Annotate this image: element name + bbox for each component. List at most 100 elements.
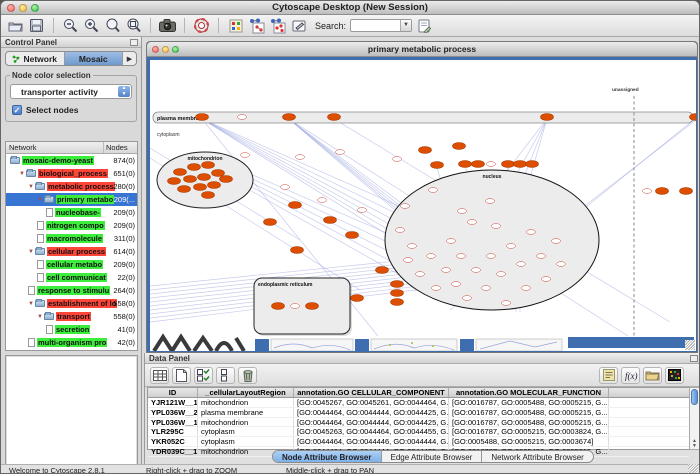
gene-node[interactable] [527,230,536,235]
select-attributes-icon[interactable] [194,367,213,384]
gene-node[interactable] [432,286,441,291]
help-icon[interactable] [193,17,210,34]
tree-row[interactable]: secretion41(0) [6,323,137,336]
table-row[interactable]: YKR052Ccytoplasm[GO:0044464, GO:0044446,… [148,437,689,447]
gene-node-selected[interactable] [306,303,319,310]
gene-node[interactable] [502,301,511,306]
vizmapper-icon[interactable] [227,17,244,34]
table-column-header[interactable]: annotation.GO CELLULAR_COMPONENT [294,388,449,397]
disclosure-triangle-icon[interactable]: ▼ [37,197,43,203]
gene-node-selected[interactable] [264,219,277,226]
gene-node-selected[interactable] [272,303,285,310]
network-merge-icon[interactable] [248,17,265,34]
gene-node[interactable] [643,189,652,194]
gene-node-selected[interactable] [184,176,197,183]
gene-node[interactable] [241,153,250,158]
tab-overflow-arrow[interactable]: ▶ [123,52,136,65]
gene-node-selected[interactable] [391,290,404,297]
zoom-out-icon[interactable] [62,17,79,34]
gene-node-selected[interactable] [502,161,515,168]
tab-network-attribute-browser[interactable]: Network Attribute Browser [482,451,592,462]
gene-node[interactable] [396,228,405,233]
tab-mosaic[interactable]: Mosaic [65,52,124,65]
gene-node[interactable] [468,220,477,225]
tree-row[interactable]: nitrogen compo209(0) [6,219,137,232]
gene-node-selected[interactable] [351,295,364,302]
gene-node[interactable] [401,204,410,209]
tree-row[interactable]: ▼cellular process614(0) [6,245,137,258]
gene-node[interactable] [492,224,501,229]
tree-column-network[interactable]: Network [6,142,103,153]
gene-node[interactable] [281,185,290,190]
gene-node[interactable] [447,239,456,244]
table-row[interactable]: YJR121W__1mitochondrion[GO:0045267, GO:0… [148,398,689,408]
gene-node-selected[interactable] [202,192,215,199]
notes-icon[interactable] [599,367,618,384]
select-nodes-checkbox[interactable]: ✓ [12,105,22,115]
table-column-header[interactable]: _cellularLayoutRegion [198,388,294,397]
tab-edge-attribute-browser[interactable]: Edge Attribute Browser [382,451,483,462]
zoom-region-icon[interactable] [125,17,142,34]
zoom-fit-icon[interactable] [104,17,121,34]
gene-node[interactable] [442,268,451,273]
snapshot-icon[interactable] [159,17,176,34]
gene-node-selected[interactable] [431,162,444,169]
tree-column-nodes[interactable]: Nodes [103,142,137,153]
float-panel-icon[interactable] [130,39,138,46]
gene-node[interactable] [542,277,551,282]
search-input[interactable]: ▼ [350,19,412,32]
node-color-dropdown[interactable]: transporter activity ▲▼ [10,84,132,99]
gene-node-selected[interactable] [291,247,304,254]
gene-node-selected[interactable] [324,217,337,224]
scrollbar-arrows[interactable]: ▲▼ [690,439,699,449]
gene-node-selected[interactable] [202,162,215,169]
gene-node-selected[interactable] [391,281,404,288]
tab-node-attribute-browser[interactable]: Node Attribute Browser [273,451,382,462]
gene-node-selected[interactable] [459,161,472,168]
tree-row[interactable]: nucleobase-209(0) [6,206,137,219]
annotation-icon[interactable] [290,17,307,34]
gene-node[interactable] [452,282,461,287]
gene-node-selected[interactable] [178,186,191,193]
network-view-titlebar[interactable]: primary metabolic process [147,42,697,57]
gene-node-selected[interactable] [376,267,389,274]
disclosure-triangle-icon[interactable]: ▼ [28,301,34,307]
gene-node[interactable] [393,157,402,162]
tree-row[interactable]: cell communicat22(0) [6,271,137,284]
gene-node-selected[interactable] [174,169,187,176]
gene-node[interactable] [404,258,413,263]
gene-node[interactable] [429,188,438,193]
tree-row[interactable]: ▼primary metabo209(... [6,193,137,206]
gene-node[interactable] [487,162,496,167]
gene-node[interactable] [537,254,546,259]
table-row[interactable]: YPL036W__2plasma membrane[GO:0044464, GO… [148,408,689,418]
gene-node[interactable] [458,209,467,214]
gene-node-selected[interactable] [656,188,669,195]
network-diff-icon[interactable] [269,17,286,34]
save-session-icon[interactable] [28,17,45,34]
table-column-header[interactable]: annotation.GO MOLECULAR_FUNCTION [449,388,609,397]
table-column-header[interactable]: ID [148,388,198,397]
disclosure-triangle-icon[interactable]: ▼ [28,184,34,190]
gene-node-selected[interactable] [194,184,207,191]
gene-node[interactable] [358,208,367,213]
gene-node-selected[interactable] [283,114,296,121]
gene-node-selected[interactable] [514,161,527,168]
gene-node[interactable] [238,115,247,120]
gene-node[interactable] [296,155,305,160]
preferences-icon[interactable] [416,17,433,34]
gene-node[interactable] [522,286,531,291]
table-row[interactable]: YPL036W__1mitochondrion[GO:0044464, GO:0… [148,418,689,428]
disclosure-triangle-icon[interactable]: ▼ [19,171,25,177]
gene-node-selected[interactable] [391,299,404,306]
gene-node[interactable] [497,272,506,277]
tree-row[interactable]: ▼establishment of lo558(0) [6,297,137,310]
tab-network[interactable]: Network [6,52,65,65]
gene-node[interactable] [457,254,466,259]
gene-node[interactable] [557,262,566,267]
float-panel-icon[interactable] [690,355,698,362]
gene-node[interactable] [336,150,345,155]
gene-node-selected[interactable] [328,114,341,121]
gene-node-selected[interactable] [453,143,466,150]
tree-row[interactable]: ▼biological_process651(0) [6,167,137,180]
